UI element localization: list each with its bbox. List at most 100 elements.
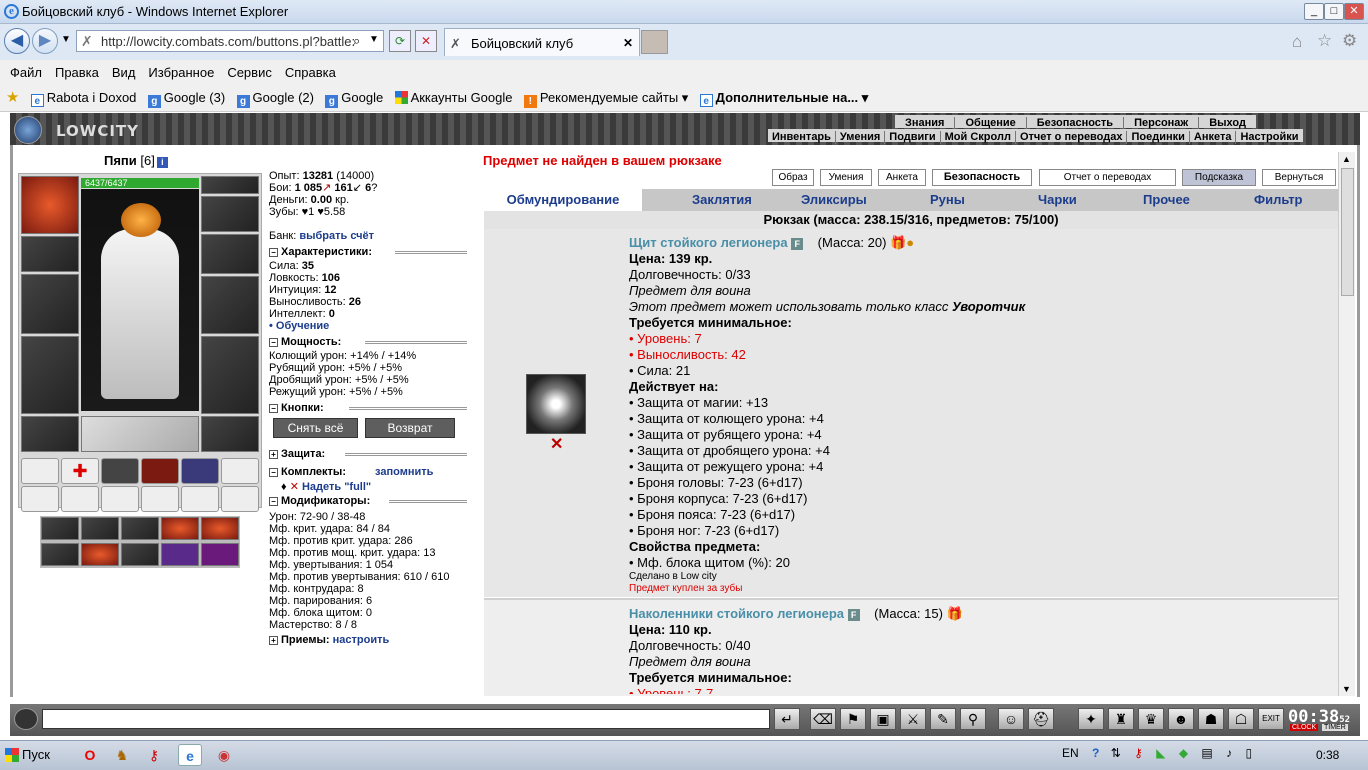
profile-button[interactable]: Анкета: [878, 169, 926, 186]
forward-button[interactable]: ▶: [32, 28, 58, 54]
game-logo[interactable]: LOWCITY: [14, 116, 144, 144]
submenu-settings[interactable]: Настройки: [1236, 131, 1302, 144]
back-button[interactable]: Вернуться: [1262, 169, 1336, 186]
battery-icon[interactable]: ▯: [1245, 746, 1252, 760]
legs-slot[interactable]: [201, 336, 259, 414]
defence-header[interactable]: + Защита:: [269, 448, 479, 460]
scroll-thumb[interactable]: [1341, 168, 1354, 296]
expand-icon[interactable]: +: [269, 450, 278, 459]
maximize-button[interactable]: □: [1324, 3, 1344, 20]
item-name[interactable]: Щит стойкого легионера: [629, 235, 788, 250]
weapon-slot[interactable]: [21, 274, 79, 334]
history-dropdown-icon[interactable]: ▼: [61, 34, 71, 45]
effect-icon[interactable]: [81, 517, 119, 540]
effect-icon[interactable]: [201, 517, 239, 540]
expand-icon[interactable]: +: [269, 636, 278, 645]
sets-header[interactable]: − Комплекты: запомнить: [269, 466, 479, 478]
network-icon[interactable]: ▤: [1201, 746, 1212, 760]
fight-icon[interactable]: ⚔: [900, 708, 926, 730]
group-icon[interactable]: ☖: [1228, 708, 1254, 730]
hint-button[interactable]: Подсказка: [1182, 169, 1256, 186]
scroll-slot-2[interactable]: [141, 458, 179, 484]
earrings-slot[interactable]: [201, 176, 259, 194]
stop-icon[interactable]: ✕: [415, 30, 437, 52]
item-name[interactable]: Наколенники стойкого легионера: [629, 606, 844, 621]
heal-slot[interactable]: ✚: [61, 458, 99, 484]
scroll-down-icon[interactable]: ▼: [1342, 684, 1351, 694]
characteristics-header[interactable]: − Характеристики:: [269, 246, 479, 258]
fav-google-accounts[interactable]: Аккаунты Google: [394, 86, 513, 110]
start-button[interactable]: Пуск: [2, 743, 54, 767]
helmet-icon[interactable]: ⛑: [1028, 708, 1054, 730]
exit-icon[interactable]: EXIT: [1258, 708, 1284, 730]
tab-close-icon[interactable]: ✕: [623, 36, 633, 50]
effect-icon[interactable]: [161, 517, 199, 540]
torch-icon[interactable]: ✦: [1078, 708, 1104, 730]
clock-label[interactable]: CLOCK: [1290, 724, 1319, 731]
techniques-header[interactable]: + Приемы: настроить: [269, 634, 479, 646]
treasure-icon[interactable]: ♛: [1138, 708, 1164, 730]
effect-icon[interactable]: [41, 543, 79, 566]
nvidia-icon[interactable]: ◣: [1156, 746, 1165, 760]
menu-tools[interactable]: Сервис: [227, 62, 272, 84]
submenu-feats[interactable]: Подвиги: [885, 131, 941, 144]
collapse-icon[interactable]: −: [269, 248, 278, 257]
tray-icon[interactable]: ⇅: [1111, 746, 1121, 760]
belt-slot[interactable]: [21, 416, 79, 452]
submenu-fights[interactable]: Поединки: [1127, 131, 1190, 144]
transfer-report-button[interactable]: Отчет о переводах: [1039, 169, 1176, 186]
submenu-inventory[interactable]: Инвентарь: [768, 131, 836, 144]
remove-all-button[interactable]: Снять всё: [273, 418, 358, 438]
menu-file[interactable]: Файл: [10, 62, 42, 84]
tray-key-icon[interactable]: ⚷: [1134, 746, 1143, 760]
scroll-slot-3[interactable]: [181, 458, 219, 484]
collapse-icon[interactable]: −: [269, 404, 278, 413]
tab-filter[interactable]: Фильтр: [1254, 192, 1303, 207]
close-window-button[interactable]: ✕: [1344, 3, 1364, 20]
rings-slot[interactable]: [81, 416, 199, 452]
tab-combats[interactable]: ✗ Бойцовский клуб ✕: [444, 28, 640, 56]
mask-icon[interactable]: ☻: [1168, 708, 1194, 730]
quest-slot[interactable]: [21, 458, 59, 484]
fav-google-2[interactable]: g Google (2): [236, 86, 314, 110]
tab-cups[interactable]: Чарки: [1038, 192, 1077, 207]
back-button[interactable]: ◀: [4, 28, 30, 54]
tab-runes[interactable]: Руны: [930, 192, 965, 207]
address-dropdown-icon[interactable]: ▼: [369, 34, 379, 45]
tab-other[interactable]: Прочее: [1143, 192, 1190, 207]
collapse-icon[interactable]: −: [269, 468, 278, 477]
key-icon[interactable]: ⚷: [142, 744, 166, 766]
system-clock[interactable]: 0:38: [1316, 748, 1339, 762]
effect-icon[interactable]: [161, 543, 199, 566]
minimize-button[interactable]: _: [1304, 3, 1324, 20]
people-icon[interactable]: ☗: [1198, 708, 1224, 730]
empty-slot[interactable]: [221, 486, 259, 512]
empty-slot[interactable]: [181, 486, 219, 512]
info-icon[interactable]: i: [156, 157, 168, 168]
app-icon[interactable]: ♞: [110, 744, 134, 766]
return-button[interactable]: Возврат: [365, 418, 455, 438]
offhand-slot[interactable]: [201, 276, 259, 334]
language-indicator[interactable]: EN: [1062, 746, 1079, 760]
security-button[interactable]: Безопасность: [932, 169, 1032, 186]
address-input[interactable]: http://lowcity.combats.com/buttons.pl?ba…: [101, 34, 355, 49]
favorites-star-icon[interactable]: ☆: [1317, 31, 1332, 51]
fav-rabota[interactable]: e Rabota i Doxod: [30, 86, 136, 110]
skills-button[interactable]: Умения: [820, 169, 872, 186]
tab-equipment[interactable]: Обмундирование: [484, 189, 642, 211]
address-bar[interactable]: ✗ http://lowcity.combats.com/buttons.pl?…: [76, 30, 384, 52]
modifiers-header[interactable]: − Модификаторы:: [269, 495, 479, 507]
menu-edit[interactable]: Правка: [55, 62, 99, 84]
power-header[interactable]: − Мощность:: [269, 336, 479, 348]
fav-more[interactable]: e Дополнительные на... ▾: [699, 86, 868, 110]
ie-taskbar-icon[interactable]: e: [178, 744, 202, 766]
amulet-slot[interactable]: [201, 196, 259, 232]
submenu-scroll[interactable]: Мой Скролл: [941, 131, 1016, 144]
menu-favorites[interactable]: Избранное: [148, 62, 214, 84]
delete-item-icon[interactable]: ✕: [550, 434, 563, 454]
private-icon[interactable]: ✎: [930, 708, 956, 730]
menu-help[interactable]: Справка: [285, 62, 336, 84]
favorites-star-icon[interactable]: ★: [6, 86, 19, 110]
opera-icon[interactable]: O: [78, 744, 102, 766]
bracers-slot[interactable]: [21, 236, 79, 272]
